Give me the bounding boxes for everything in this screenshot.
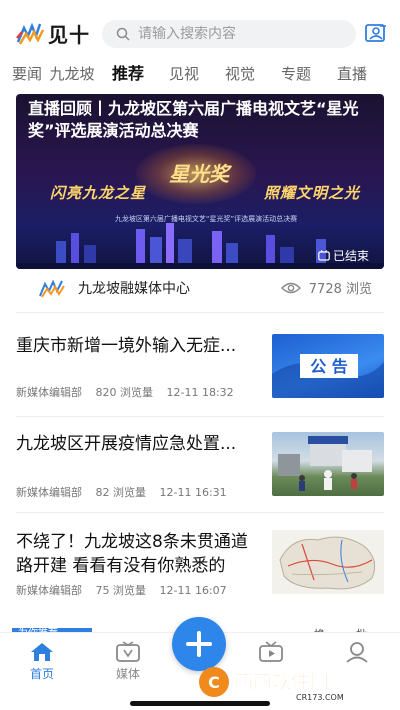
news-meta: 新媒体编辑部 82 浏览量 12-11 16:31	[16, 484, 237, 500]
tab-shijue[interactable]: 视觉	[212, 62, 268, 88]
home-icon	[31, 643, 53, 661]
tv-icon	[116, 641, 140, 662]
channel-tabs: 要闻 九龙坡 推荐 见视 视觉 专题 直播	[0, 62, 400, 88]
news-meta: 新媒体编辑部 75 浏览量 12-11 16:07	[16, 582, 237, 598]
logo-text: 见十	[48, 22, 90, 47]
source-name[interactable]: 九龙坡融媒体中心	[78, 278, 190, 298]
road-map-graphic	[279, 536, 376, 590]
nav-home-label: 首页	[29, 667, 54, 681]
news-meta: 新媒体编辑部 820 浏览量 12-11 18:32	[16, 384, 244, 400]
view-count-text: 7728 浏览	[308, 282, 372, 297]
news-author: 新媒体编辑部	[16, 486, 82, 499]
tab-tuijian[interactable]: 推荐	[100, 62, 156, 88]
live-status-badge: 已结束	[318, 246, 369, 264]
divider	[16, 312, 384, 313]
site-watermark: C 西西软件园 CR173.COM	[199, 667, 344, 702]
news-item[interactable]: 重庆市新增一境外输入无症... 新媒体编辑部 820 浏览量 12-11 18:…	[16, 334, 384, 406]
replay-icon	[318, 249, 330, 261]
featured-live-card[interactable]: 直播回顾丨九龙坡区第六届广播电视文艺“星光奖”评选展演活动总决赛 闪亮九龙之星 …	[16, 94, 384, 269]
scene-graphic	[278, 436, 372, 491]
news-title: 不绕了！九龙坡这8条未贯通道路开建 看看有没有你熟悉的	[16, 532, 248, 576]
poster-slogan-right: 照耀文明之光	[264, 184, 361, 202]
announcement-graphic: 公 告	[272, 354, 384, 398]
search-input[interactable]	[138, 26, 338, 42]
tab-zhuanti[interactable]: 专题	[268, 62, 324, 88]
nav-media[interactable]: 媒体	[103, 641, 153, 682]
feature-source-row: 九龙坡融媒体中心 7728 浏览	[16, 274, 384, 302]
source-logo-icon	[39, 279, 65, 298]
news-item[interactable]: 不绕了！九龙坡这8条未贯通道路开建 看看有没有你熟悉的 新媒体编辑部 75 浏览…	[16, 530, 384, 602]
news-item[interactable]: 九龙坡区开展疫情应急处置... 新媒体编辑部 82 浏览量 12-11 16:3…	[16, 432, 384, 500]
divider	[16, 416, 384, 417]
poster-subtitle: 九龙坡区第六届广播电视文艺“星光奖”评选展演活动总决赛	[114, 215, 298, 223]
poster-center-title: 星光奖	[169, 162, 229, 186]
news-thumbnail	[272, 432, 384, 496]
divider	[16, 512, 384, 513]
search-icon	[116, 27, 130, 41]
news-author: 新媒体编辑部	[16, 584, 82, 597]
news-views: 82 浏览量	[95, 486, 147, 499]
tab-jianshi[interactable]: 见视	[156, 62, 212, 88]
eye-icon	[280, 282, 301, 293]
news-title: 九龙坡区开展疫情应急处置...	[16, 434, 237, 454]
watermark-mark: C	[208, 673, 220, 692]
logo-mark-icon	[16, 22, 45, 45]
nav-media-label: 媒体	[115, 667, 140, 681]
thumb-label: 公 告	[310, 357, 348, 376]
news-title: 重庆市新增一境外输入无症...	[16, 336, 237, 356]
watermark-text: 西西软件园	[234, 670, 329, 693]
feature-title: 直播回顾丨九龙坡区第六届广播电视文艺“星光奖”评选展演活动总决赛	[28, 99, 359, 140]
live-status-text: 已结束	[333, 248, 370, 263]
news-views: 75 浏览量	[95, 584, 147, 597]
user-center-icon[interactable]	[365, 22, 387, 44]
tab-jiulongpo[interactable]: 九龙坡	[44, 62, 100, 88]
news-views: 820 浏览量	[95, 386, 154, 399]
tab-yaowen[interactable]: 要闻	[0, 62, 44, 88]
video-icon	[259, 641, 283, 662]
tab-zhibo[interactable]: 直播	[324, 62, 380, 88]
news-thumbnail: 公 告	[272, 334, 384, 398]
poster-slogan-left: 闪亮九龙之星	[50, 184, 147, 202]
news-time: 12-11 16:07	[159, 584, 227, 597]
news-thumbnail	[272, 530, 384, 594]
nav-home[interactable]: 首页	[17, 641, 67, 682]
news-author: 新媒体编辑部	[16, 386, 82, 399]
app-logo[interactable]: 见十	[16, 20, 92, 47]
app-header: 见十	[0, 0, 400, 60]
profile-icon	[346, 642, 368, 663]
news-time: 12-11 16:31	[159, 486, 227, 499]
watermark-url: CR173.COM	[296, 693, 344, 702]
view-count: 7728 浏览	[280, 278, 372, 297]
news-time: 12-11 18:32	[166, 386, 234, 399]
search-bar[interactable]	[102, 20, 356, 48]
